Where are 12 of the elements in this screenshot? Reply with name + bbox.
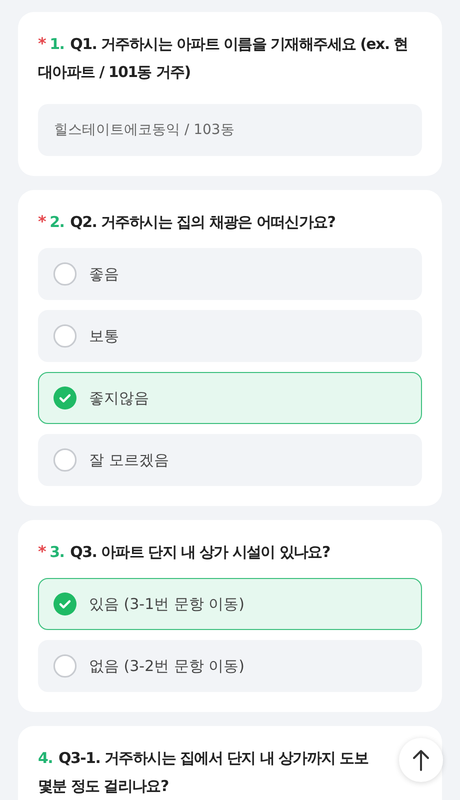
question-title: * 1. Q1. 거주하시는 아파트 이름을 기재해주세요 (ex. 현대아파트 / 101동 거주) [38, 33, 409, 83]
option-item[interactable]: 잘 모르겠음 [38, 434, 422, 486]
option-item[interactable]: 좋지않음 [38, 372, 422, 424]
option-item[interactable]: 없음 (3-2번 문항 이동) [38, 640, 422, 692]
question-title: 4. Q3-1. 거주하시는 집에서 단지 내 상가까지 도보 몇분 정도 걸리나요? [38, 748, 368, 797]
question-title: * 3. Q3. 아파트 단지 내 상가 시설이 있나요? [38, 541, 331, 563]
question-title: * 2. Q2. 거주하시는 집의 채광은 어떠신가요? [38, 211, 336, 233]
up-arrow-icon [412, 749, 430, 771]
option-item[interactable]: 좋음 [38, 248, 422, 300]
option-item[interactable]: 있음 (3-1번 문항 이동) [38, 578, 422, 630]
answer-field[interactable]: 힐스테이트에코동익 / 103동 [38, 104, 422, 156]
option-item[interactable]: 보통 [38, 310, 422, 362]
